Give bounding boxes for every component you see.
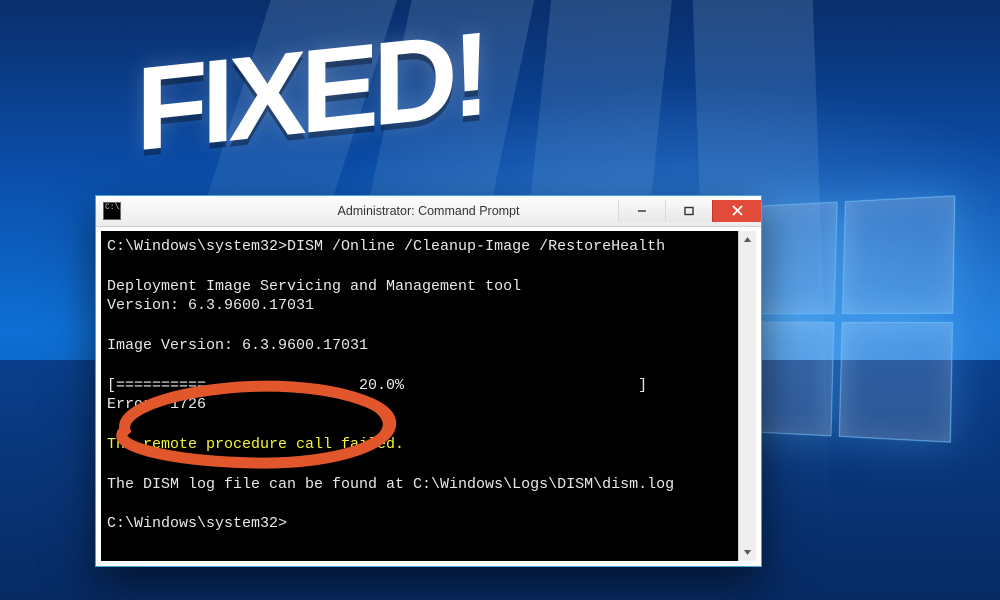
vertical-scrollbar[interactable] — [738, 231, 756, 561]
image-version-line: Image Version: 6.3.9600.17031 — [107, 337, 368, 354]
scroll-up-button[interactable] — [739, 231, 756, 248]
maximize-button[interactable] — [665, 200, 712, 222]
minimize-button[interactable] — [618, 200, 665, 222]
terminal-output[interactable]: C:\Windows\system32>DISM /Online /Cleanu… — [101, 231, 739, 561]
error-message-line: The remote procedure call failed. — [107, 436, 404, 453]
error-code-line: Error: 1726 — [107, 396, 206, 413]
progress-line: [========== 20.0% ] — [107, 377, 647, 394]
cmd-prompt-line: C:\Windows\system32>DISM /Online /Cleanu… — [107, 238, 665, 255]
scroll-down-button[interactable] — [739, 544, 756, 561]
terminal-area[interactable]: C:\Windows\system32>DISM /Online /Cleanu… — [101, 231, 756, 561]
cmd-icon — [103, 202, 121, 220]
titlebar[interactable]: Administrator: Command Prompt — [96, 196, 761, 227]
close-button[interactable] — [712, 200, 761, 222]
cmd-prompt-2: C:\Windows\system32> — [107, 515, 287, 532]
tool-name-line: Deployment Image Servicing and Managemen… — [107, 278, 521, 295]
scroll-track[interactable] — [739, 248, 756, 544]
command-prompt-window: Administrator: Command Prompt C:\Windows… — [95, 195, 762, 567]
log-path-line: The DISM log file can be found at C:\Win… — [107, 476, 674, 493]
desktop-background: FIXED! Administrator: Command Prompt C:\… — [0, 0, 1000, 600]
tool-version-line: Version: 6.3.9600.17031 — [107, 297, 314, 314]
